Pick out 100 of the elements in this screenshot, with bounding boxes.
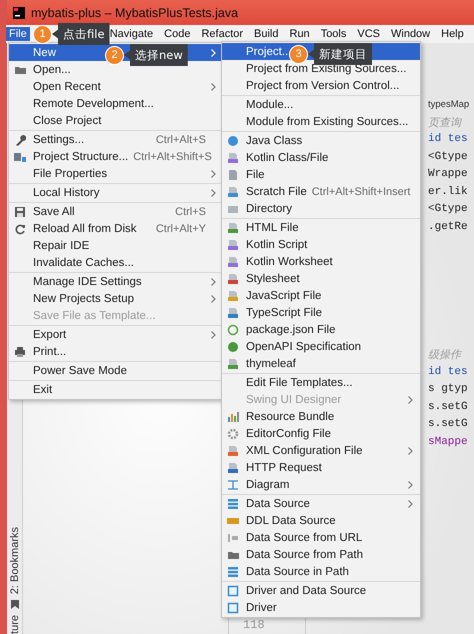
menu-item[interactable]: Edit File Templates...: [222, 374, 420, 391]
menu-item[interactable]: Resource Bundle: [222, 408, 420, 425]
gear-icon: [227, 428, 239, 440]
code-line: .getRe: [428, 220, 469, 234]
menu-item[interactable]: File Properties: [9, 165, 223, 182]
menu-item[interactable]: Print...: [9, 343, 223, 360]
printer-icon: [14, 346, 26, 358]
menu-item[interactable]: Module...: [222, 96, 420, 113]
ring-icon: [227, 324, 239, 336]
file-icon: [227, 152, 239, 164]
file-icon: [227, 358, 239, 370]
file-icon: [227, 272, 239, 284]
menu-item[interactable]: Remote Development...: [9, 95, 223, 112]
menu-item[interactable]: Data Source from Path: [222, 546, 420, 563]
code-line: s.setG: [428, 417, 469, 432]
menu-item[interactable]: Diagram: [222, 476, 420, 493]
menu-item[interactable]: Data Source in Path: [222, 563, 420, 580]
menu-bar-item[interactable]: Refactor: [198, 27, 246, 41]
menu-item[interactable]: Kotlin Class/File: [222, 149, 420, 166]
menu-item[interactable]: DDL Data Source: [222, 512, 420, 529]
menu-item[interactable]: JavaScript File: [222, 287, 420, 304]
menu-item[interactable]: Module from Existing Sources...: [222, 113, 420, 130]
menu-item[interactable]: Manage IDE Settings: [9, 273, 223, 290]
menu-item[interactable]: Invalidate Caches...: [9, 254, 223, 271]
bookmark-icon: [10, 600, 18, 610]
shortcut-label: Ctrl+Alt+Shift+Insert: [312, 186, 410, 198]
code-line: sMappe: [428, 434, 469, 450]
file-icon: [227, 462, 239, 474]
code-line: s gtyp: [428, 382, 469, 397]
code-line: <Gtype: [428, 202, 469, 217]
menu-bar-item[interactable]: Help: [438, 27, 467, 41]
menu-bar-item[interactable]: VCS: [354, 27, 383, 41]
code-line: id tes: [428, 364, 469, 380]
menu-item[interactable]: Driver: [222, 599, 420, 616]
menu-item[interactable]: Scratch File Ctrl+Alt+Shift+Insert: [222, 183, 420, 200]
menu-bar-item[interactable]: File: [6, 27, 30, 41]
menu-item[interactable]: New Projects Setup: [9, 290, 223, 307]
shortcut-label: Ctrl+Alt+Shift+S: [133, 150, 212, 162]
menu-item[interactable]: thymeleaf: [222, 355, 420, 372]
shortcut-label: Ctrl+Alt+S: [156, 134, 206, 146]
line-number: 118: [243, 618, 266, 632]
shortcut-label: Ctrl+S: [175, 206, 206, 218]
app-logo-icon: [13, 6, 25, 18]
file-icon: [227, 222, 239, 234]
menu-bar-item[interactable]: Tools: [318, 27, 350, 41]
menu-item[interactable]: Exit: [9, 381, 223, 398]
menu-item[interactable]: Close Project: [9, 112, 223, 129]
menu-item[interactable]: HTTP Request: [222, 459, 420, 476]
menu-item[interactable]: Power Save Mode: [9, 362, 223, 379]
menu-bar-item[interactable]: Run: [286, 27, 313, 41]
tool-window-tab[interactable]: 2: Bookmarks: [8, 526, 20, 594]
shortcut-label: Ctrl+Alt+Y: [156, 222, 206, 234]
menu-item[interactable]: Project from Version Control...: [222, 77, 420, 94]
file-icon: [227, 290, 239, 302]
code-comment: 页查询: [428, 114, 463, 130]
file-icon: [227, 444, 239, 456]
menu-item[interactable]: Project Structure... Ctrl+Alt+Shift+S: [9, 148, 223, 165]
menu-item[interactable]: Driver and Data Source: [222, 582, 420, 599]
annotation-label: 点击file: [52, 23, 110, 45]
menu-item[interactable]: Export: [9, 326, 223, 343]
menu-bar-item[interactable]: Code: [161, 27, 194, 41]
tool-window-tab[interactable]: ture: [8, 615, 20, 634]
menu-bar-item[interactable]: Window: [388, 27, 434, 41]
menu-item[interactable]: Kotlin Script: [222, 236, 420, 253]
menu-item[interactable]: EditorConfig File: [222, 425, 420, 442]
menu-bar-item[interactable]: Build: [251, 27, 282, 41]
menu-item[interactable]: Data Source from URL: [222, 529, 420, 546]
file-icon: [227, 238, 239, 250]
menu-item[interactable]: Directory: [222, 200, 420, 217]
menu-item[interactable]: package.json File: [222, 321, 420, 338]
menu-item[interactable]: Java Class: [222, 132, 420, 149]
annotation-label: 选择new: [124, 44, 188, 66]
code-line: Wrappe: [428, 167, 469, 182]
menu-item[interactable]: Data Source: [222, 495, 420, 512]
menu-item[interactable]: Local History: [9, 184, 223, 201]
menu-item[interactable]: TypeScript File: [222, 304, 420, 321]
code-line: s.setG: [428, 400, 469, 414]
menu-item[interactable]: File: [222, 166, 420, 183]
driver-icon: [227, 584, 239, 596]
file-icon: [227, 256, 239, 268]
wrench-icon: [14, 134, 26, 146]
menu-item[interactable]: HTML File: [222, 219, 420, 236]
menu-item[interactable]: Kotlin Worksheet: [222, 253, 420, 270]
file-icon: [227, 168, 239, 180]
menu-item[interactable]: XML Configuration File: [222, 442, 420, 459]
menu-item[interactable]: Stylesheet: [222, 270, 420, 287]
menu-item[interactable]: Save All Ctrl+S: [9, 203, 223, 220]
menu-item[interactable]: OpenAPI Specification: [222, 338, 420, 355]
file-icon: [227, 186, 239, 198]
menu-item[interactable]: Open Recent: [9, 78, 223, 95]
window-title: mybatis-plus – MybatisPlusTests.java: [31, 6, 238, 20]
menu-item[interactable]: Settings... Ctrl+Alt+S: [9, 131, 223, 148]
file-icon: [227, 306, 239, 318]
code-line: er.lik: [428, 184, 469, 200]
menu-item[interactable]: Reload All from Disk Ctrl+Alt+Y: [9, 220, 223, 237]
code-line: <Gtype: [428, 150, 469, 164]
reload-icon: [14, 222, 26, 234]
driver-icon: [227, 602, 239, 614]
bar-chart-icon: [227, 410, 239, 422]
menu-item[interactable]: Repair IDE: [9, 237, 223, 254]
